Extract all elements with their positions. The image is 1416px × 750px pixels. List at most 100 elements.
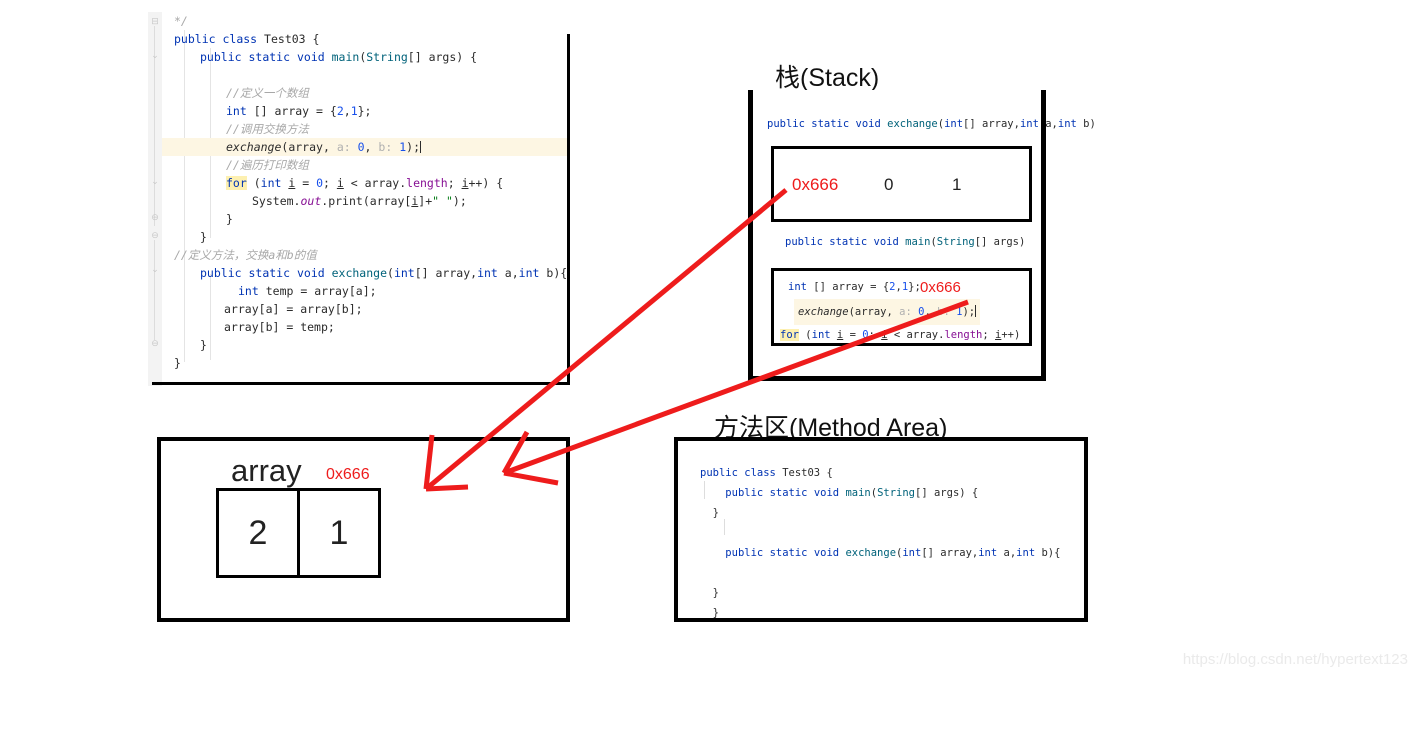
token-keyword-class: class: [222, 32, 258, 46]
token-keyword-int: int: [518, 266, 540, 280]
code-line: int temp = array[a];: [238, 284, 377, 298]
token-num-2: 2: [336, 104, 344, 118]
token-param-hint-b: b:: [378, 140, 393, 154]
token-var-i: i: [411, 194, 419, 208]
token-comment-define-array: //定义一个数组: [226, 86, 309, 100]
token-type-test03: Test03: [264, 32, 306, 46]
frame-slot-address: 0x666: [792, 175, 839, 194]
token-var-array: array: [369, 194, 405, 208]
token-param-hint-a: a:: [336, 140, 351, 154]
token-keyword-for: for: [226, 176, 247, 190]
token-keyword-int: int: [226, 104, 247, 118]
array-cell: 2: [216, 488, 300, 578]
code-line: //遍历打印数组: [162, 156, 568, 174]
token-arg-args: args: [428, 50, 457, 64]
token-var-array: array: [364, 176, 400, 190]
editor-gutter[interactable]: ⊟ ⌄ ⌄ ⊖ ⊖ ⌄ ⊖: [148, 12, 163, 386]
token-var-array: array: [288, 140, 323, 154]
array-cell: 1: [297, 488, 381, 578]
code-line: }: [200, 338, 207, 352]
token-comment-define-method: //定义方法，交换a和b的值: [174, 248, 317, 262]
main-frame-code-line-1: int [] array = {2,1};: [788, 281, 921, 293]
watermark: https://blog.csdn.net/hypertext123: [1182, 651, 1408, 668]
code-line: public static void exchange(int[] array,…: [200, 266, 568, 280]
frame-slot-a: 0: [884, 175, 894, 194]
token-num-0: 0: [357, 140, 365, 154]
code-line: System.out.print(array[i]+" ");: [252, 194, 467, 208]
stack-frame-exchange-signature: public static void exchange(int[] array,…: [767, 118, 1096, 130]
token-var-b: b: [265, 320, 273, 334]
token-var-b: b: [546, 266, 554, 280]
heap-container: array 0x666 2 1: [157, 437, 570, 622]
text-caret: [420, 141, 421, 153]
stack-title: 栈(Stack): [775, 64, 880, 92]
main-frame-code-line-3: for (int i = 0; i < array.length; i++): [780, 329, 1021, 341]
token-keyword-static: static: [248, 50, 291, 64]
token-keyword-int: int: [238, 284, 259, 298]
code-text-area[interactable]: */ public class Test03 { public static v…: [162, 12, 568, 386]
array-address: 0x666: [326, 466, 370, 483]
token-keyword-public: public: [200, 50, 242, 64]
token-var-a: a: [504, 266, 512, 280]
fold-marker-icon[interactable]: ⌄: [150, 176, 160, 186]
stack-frame-main-signature: public static void main(String[] args): [785, 236, 1026, 248]
token-var-a: a: [355, 284, 363, 298]
frame-slot-b: 1: [952, 175, 962, 194]
token-var-array: array: [224, 302, 259, 316]
code-line: */: [162, 12, 568, 30]
fold-marker-icon[interactable]: ⊖: [150, 338, 160, 348]
token-string-space: " ": [432, 194, 453, 208]
fold-marker-icon[interactable]: ⊖: [150, 212, 160, 222]
token-field-out: out: [300, 194, 322, 208]
token-comment-loop-print: //遍历打印数组: [226, 158, 309, 172]
fold-guide-line: [154, 240, 155, 340]
array-label: array: [231, 453, 302, 488]
token-var-temp: temp: [265, 284, 294, 298]
token-method-main: main: [331, 50, 360, 64]
fold-marker-icon[interactable]: ⌄: [150, 50, 160, 60]
code-line: array[b] = temp;: [224, 320, 335, 334]
code-line: public class Test03 {: [174, 32, 320, 46]
token-var-array: array: [314, 284, 349, 298]
token-var-i: i: [288, 176, 296, 190]
code-line: for (int i = 0; i < array.length; i++) {: [226, 176, 504, 190]
code-line: array[a] = array[b];: [224, 302, 363, 316]
token-var-array: array: [435, 266, 471, 280]
method-area-container: public class Test03 { public static void…: [674, 437, 1088, 622]
token-var-temp: temp: [300, 320, 328, 334]
token-num-0: 0: [316, 176, 324, 190]
token-var-a: a: [265, 302, 273, 316]
token-var-i: i: [461, 176, 469, 190]
stack-frame-exchange: 0x666 0 1: [771, 146, 1032, 222]
fold-marker-icon[interactable]: ⊟: [150, 16, 160, 26]
token-comment-end: */: [174, 14, 188, 28]
token-keyword-int: int: [393, 266, 415, 280]
code-line: int [] array = {2,1};: [226, 104, 372, 118]
fold-marker-icon[interactable]: ⊖: [150, 230, 160, 240]
token-comment-call-exchange: //调用交换方法: [226, 122, 309, 136]
token-var-i: i: [336, 176, 344, 190]
token-keyword-public: public: [174, 32, 216, 46]
token-keyword-void: void: [296, 50, 325, 64]
code-line: //调用交换方法: [162, 120, 568, 138]
token-method-exchange: exchange: [226, 140, 282, 154]
code-editor[interactable]: ⊟ ⌄ ⌄ ⊖ ⊖ ⌄ ⊖ */ public class Test03 { p…: [148, 12, 570, 386]
token-num-1: 1: [399, 140, 407, 154]
token-type-string: String: [366, 50, 408, 64]
token-var-b: b: [341, 302, 349, 316]
token-class-system: System: [252, 194, 294, 208]
code-line: }: [200, 230, 207, 244]
token-keyword-static: static: [248, 266, 291, 280]
editor-right-border: [567, 34, 570, 385]
stack-frame-main: int [] array = {2,1}; 0x666 exchange(arr…: [771, 268, 1032, 346]
fold-marker-icon[interactable]: ⌄: [150, 264, 160, 274]
code-line: //定义一个数组: [162, 84, 568, 102]
token-keyword-int: int: [260, 176, 282, 190]
code-line: //定义方法，交换a和b的值: [162, 246, 568, 264]
array-cells: 2 1: [216, 488, 381, 578]
method-area-code: public class Test03 { public static void…: [700, 467, 1061, 619]
token-var-array: array: [224, 320, 259, 334]
editor-bottom-border: [152, 382, 570, 385]
token-keyword-public: public: [200, 266, 242, 280]
token-var-array: array: [274, 104, 310, 118]
